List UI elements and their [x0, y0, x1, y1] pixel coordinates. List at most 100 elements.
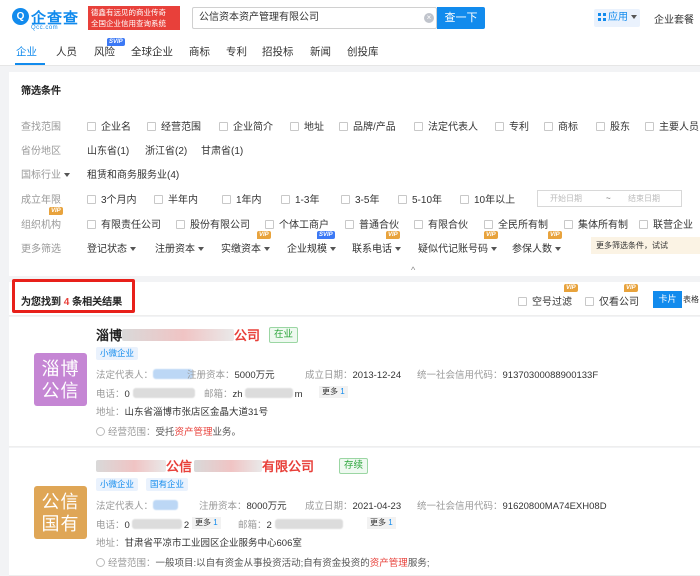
start-date-input[interactable]: 开始日期 — [550, 191, 582, 206]
org-option-limited-partnership[interactable]: 有限合伙 — [414, 216, 468, 231]
scope-option-company-name[interactable]: 企业名 — [87, 118, 131, 133]
tab-company[interactable]: 企业 — [16, 44, 37, 59]
contact-phone-dropdown[interactable]: 联系电话 — [352, 240, 401, 255]
industry-option-leasing[interactable]: 租赁和商务服务业(4) — [87, 166, 179, 181]
end-date-input[interactable]: 结束日期 — [628, 191, 660, 206]
checkbox[interactable] — [398, 195, 407, 204]
tab-trademark[interactable]: 商标 — [189, 44, 210, 59]
checkbox[interactable] — [414, 220, 423, 229]
checkbox[interactable] — [87, 195, 96, 204]
email-more-button[interactable]: 更多 1 — [319, 386, 348, 398]
scope-option-brand-product[interactable]: 品牌/产品 — [339, 118, 396, 133]
org-option-joint-venture[interactable]: 联营企业 — [639, 216, 693, 231]
checkbox[interactable] — [222, 195, 231, 204]
scope-option-shareholder[interactable]: 股东 — [596, 118, 630, 133]
org-option-llc[interactable]: 有限责任公司 — [87, 216, 161, 231]
checkbox[interactable] — [87, 220, 96, 229]
checkbox[interactable] — [645, 122, 654, 131]
qcc-logo[interactable]: Q 企查查 Qcc.com — [12, 6, 84, 32]
company-scale-dropdown[interactable]: 企业规模 — [287, 240, 336, 255]
checkbox[interactable] — [341, 195, 350, 204]
clear-search-icon[interactable]: × — [424, 13, 434, 23]
checkbox[interactable] — [345, 220, 354, 229]
checkbox[interactable] — [495, 122, 504, 131]
phone-more-button[interactable]: 更多 1 — [192, 517, 221, 529]
company-name-link[interactable]: 淄博 公司 — [96, 325, 260, 344]
registration-status-dropdown[interactable]: 登记状态 — [87, 240, 136, 255]
checkbox[interactable] — [281, 195, 290, 204]
email-more-button[interactable]: 更多 1 — [367, 517, 396, 529]
scope-option-key-personnel[interactable]: 主要人员 — [645, 118, 699, 133]
checkbox[interactable] — [219, 122, 228, 131]
registered-capital-dropdown[interactable]: 注册资本 — [155, 240, 204, 255]
enterprise-kit-link[interactable]: 企业套餐 — [654, 11, 694, 26]
est-option-6m[interactable]: 半年内 — [154, 191, 198, 206]
province-option-shandong[interactable]: 山东省(1) — [87, 142, 129, 157]
checkbox[interactable] — [596, 122, 605, 131]
paid-capital-dropdown[interactable]: 实缴资本 — [221, 240, 270, 255]
date-range-picker[interactable]: 开始日期 ~ 结束日期 — [537, 190, 682, 207]
tab-patent[interactable]: 专利 — [226, 44, 247, 59]
tab-bidding[interactable]: 招投标 — [262, 44, 294, 59]
search-input[interactable]: 公信资本资产管理有限公司 — [192, 7, 437, 29]
only-company-filter[interactable]: 仅看公司 — [585, 293, 639, 308]
checkbox[interactable] — [585, 297, 594, 306]
est-option-5-10y[interactable]: 5-10年 — [398, 191, 442, 206]
more-filters-hint[interactable]: 更多筛选条件，试试 — [591, 237, 700, 254]
scope-option-legal-rep[interactable]: 法定代表人 — [414, 118, 478, 133]
tab-news[interactable]: 新闻 — [310, 44, 331, 59]
bookkeeping-phone-dropdown[interactable]: 疑似代记账号码 — [418, 240, 497, 255]
empty-number-filter[interactable]: 空号过滤 — [518, 293, 572, 308]
checkbox[interactable] — [414, 122, 423, 131]
checkbox[interactable] — [484, 220, 493, 229]
checkbox[interactable] — [518, 297, 527, 306]
checkbox[interactable] — [564, 220, 573, 229]
industry-label[interactable]: 国标行业 — [21, 166, 70, 181]
province-option-gansu[interactable]: 甘肃省(1) — [201, 142, 243, 157]
card-view-button[interactable]: 卡片 — [653, 291, 682, 308]
scope-option-business-scope[interactable]: 经营范围 — [147, 118, 201, 133]
company-name-link[interactable]: 公信 有限公司 — [96, 456, 314, 475]
checkbox[interactable] — [147, 122, 156, 131]
checkbox[interactable] — [154, 195, 163, 204]
checkbox[interactable] — [339, 122, 348, 131]
org-option-individual[interactable]: 个体工商户 — [265, 216, 329, 231]
tab-people[interactable]: 人员 — [56, 44, 77, 59]
option-label: 法定代表人 — [428, 122, 478, 133]
collapse-filters-icon[interactable]: ^ — [411, 265, 415, 275]
est-option-3-5y[interactable]: 3-5年 — [341, 191, 379, 206]
search-button[interactable]: 查一下 — [437, 7, 485, 29]
est-option-3m[interactable]: 3个月内 — [87, 191, 137, 206]
org-option-state-owned[interactable]: 全民所有制 — [484, 216, 548, 231]
table-view-button[interactable]: 表格 — [683, 291, 700, 308]
company-card[interactable]: 淄博 公信 淄博 公司 在业 小微企业 法定代表人： 注册资本：5000万元 成立… — [9, 317, 700, 447]
tab-global-company[interactable]: 全球企业 — [131, 44, 173, 59]
scope-option-trademark[interactable]: 商标 — [544, 118, 578, 133]
checkbox[interactable] — [265, 220, 274, 229]
logo-line-1: 公信 — [41, 492, 80, 512]
checkbox[interactable] — [460, 195, 469, 204]
org-option-collective[interactable]: 集体所有制 — [564, 216, 628, 231]
scope-option-company-intro[interactable]: 企业简介 — [219, 118, 273, 133]
email[interactable]: 邮箱：zh m — [204, 386, 302, 400]
scope-option-address[interactable]: 地址 — [290, 118, 324, 133]
checkbox[interactable] — [176, 220, 185, 229]
email[interactable]: 邮箱：2 — [238, 517, 343, 531]
apps-menu-button[interactable]: 应用 — [594, 9, 640, 27]
org-option-general-partnership[interactable]: 普通合伙 — [345, 216, 399, 231]
org-option-joint-stock[interactable]: 股份有限公司 — [176, 216, 250, 231]
est-option-10y-plus[interactable]: 10年以上 — [460, 191, 515, 206]
option-label: 企业简介 — [233, 122, 273, 133]
checkbox[interactable] — [639, 220, 648, 229]
company-card[interactable]: 公信 国有 公信 有限公司 存续 小微企业 国有企业 法定代表人： 注册资本：80… — [9, 448, 700, 576]
scope-option-patent[interactable]: 专利 — [495, 118, 529, 133]
checkbox[interactable] — [290, 122, 299, 131]
est-option-1-3y[interactable]: 1-3年 — [281, 191, 319, 206]
est-option-1y[interactable]: 1年内 — [222, 191, 262, 206]
insured-count-dropdown[interactable]: 参保人数 — [512, 240, 561, 255]
checkbox[interactable] — [544, 122, 553, 131]
checkbox[interactable] — [87, 122, 96, 131]
tab-risk[interactable]: 风险 — [94, 44, 115, 59]
province-option-zhejiang[interactable]: 浙江省(2) — [145, 142, 187, 157]
tab-venture-db[interactable]: 创投库 — [347, 44, 379, 59]
